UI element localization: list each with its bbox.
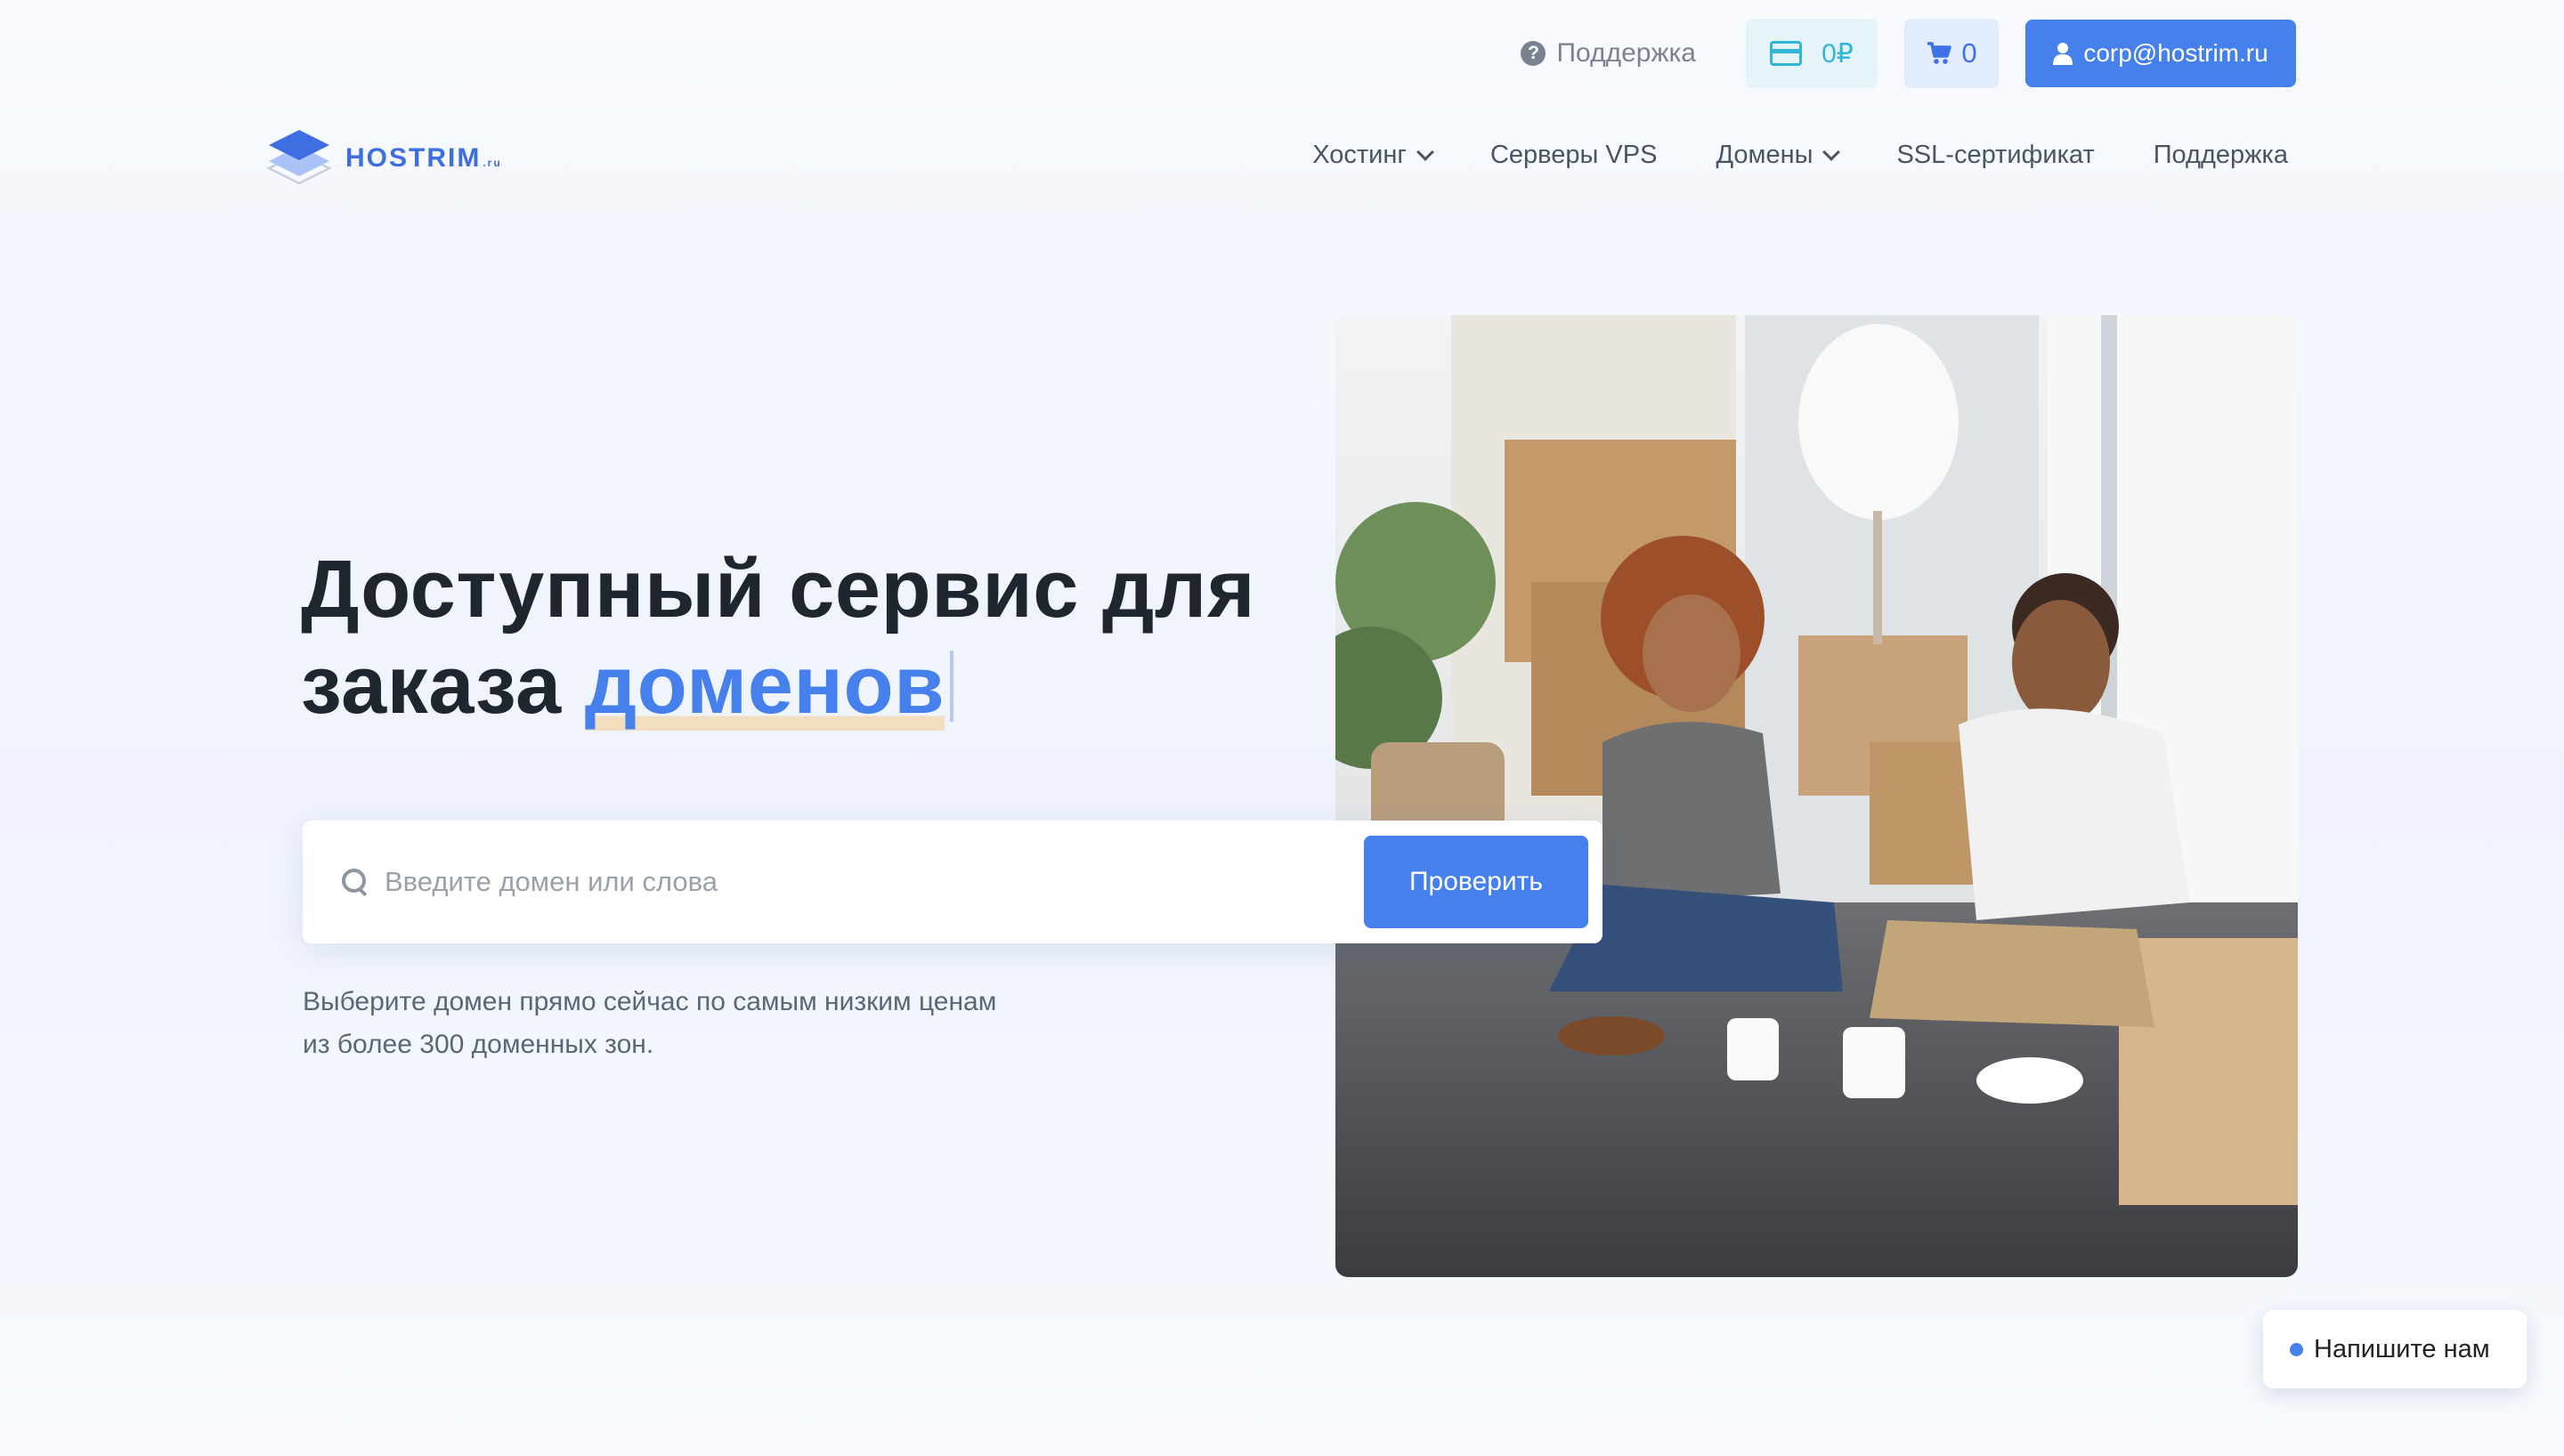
- account-email: corp@hostrim.ru: [2083, 39, 2268, 67]
- hero-title-line2: заказа: [301, 640, 585, 731]
- nav-item-ssl[interactable]: SSL-сертификат: [1896, 141, 2094, 170]
- chat-label: Напишите нам: [2314, 1334, 2490, 1363]
- hero-subtitle-line1: Выберите домен прямо сейчас по самым низ…: [303, 987, 997, 1016]
- chevron-down-icon: [1822, 142, 1841, 161]
- chat-widget-button[interactable]: Напишите нам: [2263, 1310, 2527, 1388]
- nav-item-label: Серверы VPS: [1489, 141, 1658, 169]
- page: ? Поддержка 0₽ 0 corp@hostrim.ru HOSTRIM…: [0, 0, 2564, 1456]
- typing-caret: [950, 651, 954, 722]
- chat-dot-icon: [2290, 1342, 2303, 1356]
- hero-photo: [1335, 315, 2298, 1277]
- chevron-down-icon: [1416, 142, 1434, 161]
- nav-item-label: Хостинг: [1312, 141, 1407, 169]
- hero-title-line1: Доступный сервис для: [301, 544, 1256, 635]
- main-nav: Хостинг Серверы VPS Домены SSL-сертифика…: [1312, 141, 2288, 170]
- nav-item-hosting[interactable]: Хостинг: [1312, 141, 1434, 170]
- cart-icon: [1927, 42, 1952, 64]
- help-icon: ?: [1521, 41, 1546, 66]
- hero-title: Доступный сервис для заказа доменов: [301, 541, 1255, 733]
- account-button[interactable]: corp@hostrim.ru: [2025, 20, 2296, 87]
- search-icon: [342, 869, 369, 895]
- logo-name: HOSTRIM: [345, 143, 482, 173]
- domain-search-input[interactable]: [385, 866, 1310, 898]
- logo-tld: .ru: [483, 157, 502, 169]
- check-domain-button[interactable]: Проверить: [1364, 836, 1588, 928]
- hero-title-accent: доменов: [584, 640, 945, 731]
- nav-item-label: Домены: [1716, 141, 1813, 169]
- logo[interactable]: HOSTRIM .ru: [265, 126, 502, 190]
- hero-subtitle: Выберите домен прямо сейчас по самым низ…: [303, 981, 1104, 1066]
- nav-item-vps[interactable]: Серверы VPS: [1490, 141, 1657, 170]
- nav-item-label: Поддержка: [2153, 141, 2288, 169]
- balance-value: 0₽: [1822, 38, 1854, 69]
- logo-icon: [266, 130, 332, 185]
- nav-item-label: SSL-сертификат: [1896, 141, 2095, 169]
- nav-item-domains[interactable]: Домены: [1716, 141, 1841, 170]
- top-support-link[interactable]: ? Поддержка: [1521, 38, 1719, 69]
- cart-count: 0: [1961, 37, 1977, 69]
- domain-search-box: Проверить: [303, 821, 1602, 943]
- logo-text: HOSTRIM .ru: [345, 143, 502, 174]
- nav-item-support[interactable]: Поддержка: [2154, 141, 2288, 170]
- cart-button[interactable]: 0: [1904, 19, 1999, 88]
- top-support-label: Поддержка: [1556, 38, 1696, 68]
- hero-subtitle-line2: из более 300 доменных зон.: [303, 1030, 654, 1059]
- balance-button[interactable]: 0₽: [1746, 19, 1878, 88]
- top-bar: ? Поддержка 0₽ 0 corp@hostrim.ru: [1521, 19, 2296, 88]
- user-icon: [2053, 43, 2073, 65]
- credit-card-icon: [1770, 41, 1803, 66]
